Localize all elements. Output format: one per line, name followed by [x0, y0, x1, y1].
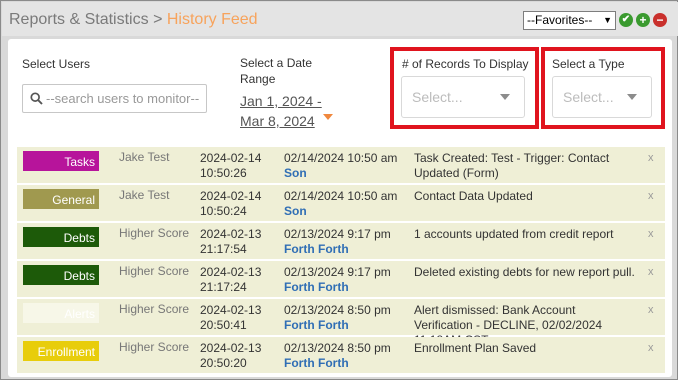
feed-author-link[interactable]: Forth Forth	[284, 242, 414, 257]
breadcrumb-parent[interactable]: Reports & Statistics	[9, 11, 149, 28]
feed-date: 02/13/2024 8:50 pm	[284, 341, 391, 355]
feed-author-link[interactable]: Forth Forth	[284, 318, 414, 333]
feed-user: Higher Score	[119, 226, 190, 240]
feed-datetime: 02/13/2024 9:17 pm Forth Forth	[284, 265, 414, 295]
feed-datetime: 02/13/2024 9:17 pm Forth Forth	[284, 227, 414, 257]
feed-description: Contact Data Updated	[414, 189, 533, 203]
feed-date: 02/14/2024 10:50 am	[284, 151, 398, 165]
feed-date: 02/13/2024 9:17 pm	[284, 265, 391, 279]
favorites-select[interactable]: --Favorites-- ▼	[523, 11, 616, 30]
remove-icon[interactable]: −	[653, 13, 667, 27]
feed-datetime: 02/14/2024 10:50 am Son	[284, 151, 414, 181]
feed-date: 02/13/2024 8:50 pm	[284, 303, 391, 317]
feed-date: 02/13/2024 9:17 pm	[284, 227, 391, 241]
select-type-label: Select a Type	[552, 57, 625, 71]
history-feed-list: Tasks Jake Test 2024-02-14 10:50:26 02/1…	[17, 147, 665, 377]
date-range-link[interactable]: Jan 1, 2024 - Mar 8, 2024	[240, 91, 330, 131]
type-badge: Tasks	[23, 151, 99, 171]
feed-description: Task Created: Test - Trigger: Contact Up…	[414, 151, 610, 180]
feed-description: 1 accounts updated from credit report	[414, 227, 614, 241]
history-feed-panel: Select Users Select a Date Range Jan 1, …	[8, 39, 672, 377]
feed-user: Jake Test	[119, 188, 170, 202]
breadcrumb-current: History Feed	[166, 11, 258, 28]
search-icon	[30, 92, 43, 105]
feed-datetime: 02/13/2024 8:50 pm Forth Forth	[284, 341, 414, 371]
type-badge: General	[23, 189, 99, 209]
feed-user: Higher Score	[119, 302, 190, 316]
feed-description: Enrollment Plan Saved	[414, 341, 537, 355]
type-badge: Alerts	[23, 303, 99, 323]
caret-down-icon[interactable]	[323, 114, 333, 120]
feed-date: 02/14/2024 10:50 am	[284, 189, 398, 203]
feed-row: Tasks Jake Test 2024-02-14 10:50:26 02/1…	[17, 147, 665, 183]
user-search-input[interactable]	[46, 90, 202, 107]
page-header: Reports & Statistics > History Feed --Fa…	[2, 2, 678, 36]
dismiss-button[interactable]: x	[648, 227, 654, 242]
records-to-display-select[interactable]: Select...	[401, 76, 525, 118]
feed-description: Deleted existing debts for new report pu…	[414, 265, 635, 279]
window-frame: Reports & Statistics > History Feed --Fa…	[0, 0, 678, 380]
feed-user: Jake Test	[119, 150, 170, 164]
feed-row: Debts Higher Score 2024-02-13 21:17:24 0…	[17, 261, 665, 297]
feed-timestamp: 2024-02-13 20:50:20	[200, 341, 262, 370]
chevron-down-icon	[627, 94, 637, 100]
type-badge: Debts	[23, 227, 99, 247]
chevron-down-icon: ▼	[603, 15, 612, 25]
feed-author-link[interactable]: Son	[284, 166, 414, 181]
feed-row: Alerts Higher Score 2024-02-13 20:50:41 …	[17, 299, 665, 347]
type-badge: Enrollment	[23, 341, 99, 361]
feed-user: Higher Score	[119, 340, 190, 354]
feed-author-link[interactable]: Son	[284, 204, 414, 219]
check-icon[interactable]: ✔	[619, 13, 633, 27]
feed-datetime: 02/13/2024 8:50 pm Forth Forth	[284, 303, 414, 333]
user-search-box[interactable]	[22, 84, 207, 113]
feed-row: Enrollment Higher Score 2024-02-13 20:50…	[17, 337, 665, 373]
feed-timestamp: 2024-02-14 10:50:24	[200, 189, 262, 218]
dismiss-button[interactable]: x	[648, 303, 654, 318]
feed-row: Debts Higher Score 2024-02-13 21:17:54 0…	[17, 223, 665, 259]
type-badge: Debts	[23, 265, 99, 285]
dismiss-button[interactable]: x	[648, 189, 654, 204]
breadcrumb-separator: >	[153, 11, 163, 28]
records-to-display-label: # of Records To Display	[402, 57, 529, 71]
add-icon[interactable]: +	[636, 13, 650, 27]
records-select-placeholder: Select...	[412, 89, 463, 105]
select-users-label: Select Users	[22, 57, 91, 71]
breadcrumb: Reports & Statistics > History Feed	[9, 11, 258, 29]
dismiss-button[interactable]: x	[648, 265, 654, 280]
feed-timestamp: 2024-02-13 21:17:54	[200, 227, 262, 256]
dismiss-button[interactable]: x	[648, 341, 654, 356]
favorites-select-value: --Favorites--	[527, 13, 593, 27]
feed-timestamp: 2024-02-13 20:50:41	[200, 303, 262, 332]
feed-author-link[interactable]: Forth Forth	[284, 356, 414, 371]
feed-timestamp: 2024-02-13 21:17:24	[200, 265, 262, 294]
type-select-placeholder: Select...	[563, 89, 614, 105]
feed-row: General Jake Test 2024-02-14 10:50:24 02…	[17, 185, 665, 221]
type-select[interactable]: Select...	[552, 76, 652, 118]
feed-author-link[interactable]: Forth Forth	[284, 280, 414, 295]
date-range-label: Select a Date Range	[240, 56, 313, 86]
feed-timestamp: 2024-02-14 10:50:26	[200, 151, 262, 180]
dismiss-button[interactable]: x	[648, 151, 654, 166]
feed-user: Higher Score	[119, 264, 190, 278]
feed-datetime: 02/14/2024 10:50 am Son	[284, 189, 414, 219]
chevron-down-icon	[500, 94, 510, 100]
